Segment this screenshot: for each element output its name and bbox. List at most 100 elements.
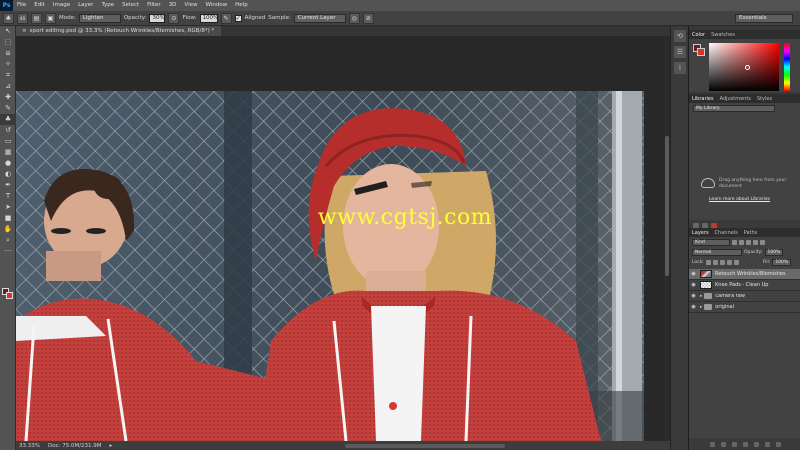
trash-icon[interactable] (775, 441, 781, 447)
menu-filter[interactable]: Filter (143, 0, 165, 11)
aligned-checkbox[interactable]: ✓ (234, 14, 242, 22)
tab-paths[interactable]: Paths (744, 230, 758, 236)
lock-transparent-icon[interactable] (705, 260, 711, 265)
pressure-opacity-icon[interactable]: ⊙ (168, 12, 180, 24)
layer-group-row[interactable]: ◉ ▸ camera raw (689, 291, 800, 302)
pen-tool-icon[interactable]: ✒ (0, 180, 16, 191)
document-size-info[interactable]: Doc: 75.0M/231.9M (48, 443, 102, 449)
background-color-swatch[interactable] (6, 292, 13, 299)
properties-panel-icon[interactable]: ☰ (674, 46, 686, 58)
new-group-icon[interactable] (753, 441, 759, 447)
workspace-select[interactable]: Essentials (735, 14, 793, 23)
lock-image-icon[interactable] (712, 260, 718, 265)
lock-position-icon[interactable] (719, 260, 725, 265)
color-panel-background-swatch[interactable] (697, 48, 705, 56)
layer-group-row[interactable]: ◉ ▸ original (689, 302, 800, 313)
zoom-level[interactable]: 33.33% (19, 443, 40, 449)
add-mask-icon[interactable] (731, 441, 737, 447)
path-select-tool-icon[interactable]: ➤ (0, 202, 16, 213)
airbrush-icon[interactable]: ✎ (220, 12, 232, 24)
expand-arrow-icon[interactable]: ▸ (700, 294, 702, 299)
horizontal-scroll-thumb[interactable] (345, 444, 505, 448)
tab-layers[interactable]: Layers (692, 230, 709, 236)
filter-pixel-icon[interactable] (732, 240, 737, 245)
pressure-size-icon[interactable]: ⊘ (362, 12, 374, 24)
layer-blend-mode-select[interactable]: Normal (692, 249, 742, 256)
document-tab[interactable]: × sport editing.psd @ 33.3% (Retouch Wrin… (16, 26, 221, 36)
filter-shape-icon[interactable] (753, 240, 758, 245)
menu-select[interactable]: Select (118, 0, 143, 11)
adjustment-layer-icon[interactable] (742, 441, 748, 447)
history-panel-icon[interactable]: ⟲ (674, 30, 686, 42)
menu-view[interactable]: View (180, 0, 201, 11)
eraser-tool-icon[interactable]: ▭ (0, 136, 16, 147)
blur-tool-icon[interactable]: ● (0, 158, 16, 169)
document-tab-close-icon[interactable]: × (22, 28, 27, 34)
tab-color[interactable]: Color (692, 32, 705, 38)
expand-arrow-icon[interactable]: ▸ (700, 305, 702, 310)
tab-adjustments[interactable]: Adjustments (720, 96, 751, 102)
lock-artboard-icon[interactable] (726, 260, 732, 265)
menu-edit[interactable]: Edit (30, 0, 49, 11)
clone-stamp-tool-icon[interactable]: ♣ (0, 114, 16, 125)
tab-styles[interactable]: Styles (757, 96, 772, 102)
sample-select[interactable]: Current Layer (293, 13, 346, 23)
new-layer-icon[interactable] (764, 441, 770, 447)
menu-file[interactable]: File (13, 0, 30, 11)
flow-field[interactable]: 100% (199, 13, 218, 23)
mode-select[interactable]: Lighten (78, 13, 121, 23)
lasso-tool-icon[interactable]: ɷ (0, 48, 16, 59)
vertical-scroll-thumb[interactable] (665, 136, 669, 276)
opacity-field[interactable]: 30% (149, 13, 166, 23)
filter-smart-object-icon[interactable] (760, 240, 765, 245)
dodge-tool-icon[interactable]: ◐ (0, 169, 16, 180)
fill-field[interactable]: 100% (772, 259, 792, 266)
library-select[interactable]: My Library (693, 105, 775, 112)
zoom-tool-icon[interactable]: ⌕ (0, 235, 16, 246)
layer-row[interactable]: ◉ Retouch Wrinkles/Blemishes (689, 269, 800, 280)
layer-opacity-field[interactable]: 100% (764, 249, 784, 256)
menu-type[interactable]: Type (97, 0, 118, 11)
eye-icon[interactable]: ◉ (689, 271, 698, 277)
eye-icon[interactable]: ◉ (689, 293, 698, 299)
menu-help[interactable]: Help (231, 0, 252, 11)
clone-source-panel-icon[interactable]: ▣ (45, 12, 56, 24)
eye-icon[interactable]: ◉ (689, 282, 698, 288)
gradient-tool-icon[interactable]: ▦ (0, 147, 16, 158)
layer-kind-filter[interactable]: Kind (692, 239, 730, 246)
filter-type-icon[interactable] (746, 240, 751, 245)
filter-adjustment-icon[interactable] (739, 240, 744, 245)
layer-row[interactable]: ◉ Knee Pads - Clean Up (689, 280, 800, 291)
move-tool-icon[interactable]: ↖ (0, 26, 16, 37)
document-canvas-image[interactable] (16, 91, 644, 441)
eyedropper-tool-icon[interactable]: ⊿ (0, 81, 16, 92)
quick-select-tool-icon[interactable]: ✧ (0, 59, 16, 70)
menu-image[interactable]: Image (49, 0, 74, 11)
type-tool-icon[interactable]: T (0, 191, 16, 202)
color-picker-handle[interactable] (745, 65, 750, 70)
color-picker-field[interactable] (709, 43, 779, 91)
marquee-tool-icon[interactable]: ⬚ (0, 37, 16, 48)
canvas-area[interactable] (16, 36, 670, 441)
link-layers-icon[interactable] (709, 441, 715, 447)
clone-stamp-preset-icon[interactable]: ♣ (3, 12, 14, 24)
menu-window[interactable]: Window (201, 0, 231, 11)
hand-tool-icon[interactable]: ✋ (0, 224, 16, 235)
status-menu-arrow-icon[interactable]: ▸ (110, 443, 113, 449)
menu-layer[interactable]: Layer (74, 0, 97, 11)
crop-tool-icon[interactable]: ⌗ (0, 70, 16, 81)
layer-style-icon[interactable] (720, 441, 726, 447)
history-brush-tool-icon[interactable]: ↺ (0, 125, 16, 136)
info-panel-icon[interactable]: i (674, 62, 686, 74)
libraries-learn-more-link[interactable]: Learn more about Libraries (709, 197, 770, 202)
shape-tool-icon[interactable]: ■ (0, 213, 16, 224)
tab-channels[interactable]: Channels (715, 230, 738, 236)
eye-icon[interactable]: ◉ (689, 304, 698, 310)
more-tools-icon[interactable]: ··· (0, 246, 16, 257)
menu-3d[interactable]: 3D (165, 0, 181, 11)
hue-slider[interactable] (784, 43, 790, 91)
ignore-adjustment-layers-icon[interactable]: ◎ (348, 12, 360, 24)
tab-libraries[interactable]: Libraries (692, 96, 714, 102)
brush-tool-icon[interactable]: ✎ (0, 103, 16, 114)
brush-panel-toggle-icon[interactable]: ▤ (31, 12, 42, 24)
